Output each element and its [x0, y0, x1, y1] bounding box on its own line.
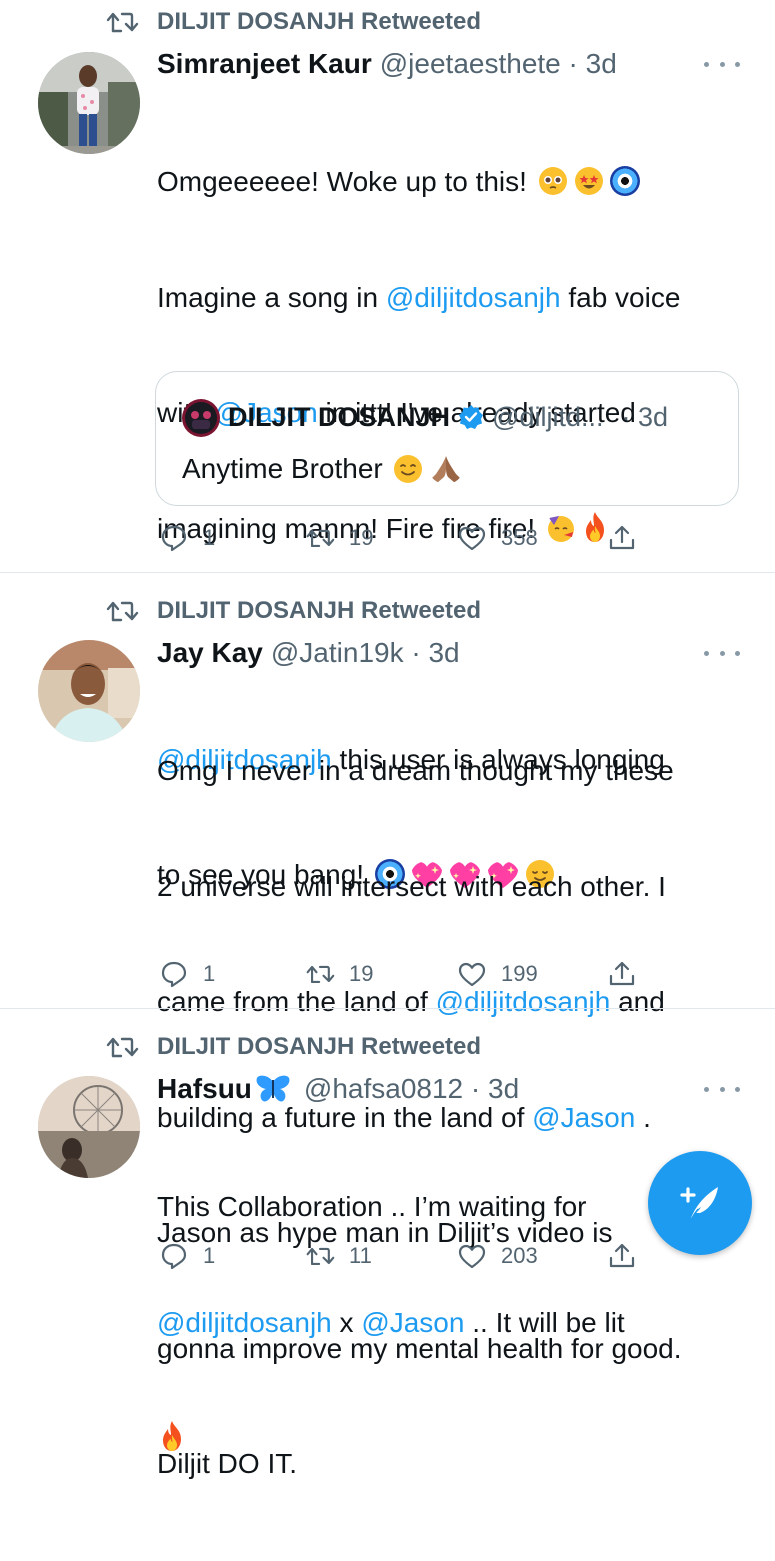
quoted-avatar[interactable]: [182, 399, 220, 437]
quoted-handle[interactable]: @diljitd...: [492, 402, 603, 433]
tweet-1[interactable]: DILJIT DOSANJH Retweeted Simranjeet Kaur…: [0, 0, 775, 890]
compose-tweet-icon: [680, 1187, 718, 1222]
more-icon[interactable]: [704, 1079, 740, 1099]
share-icon: [607, 959, 637, 989]
share-button[interactable]: [607, 1239, 637, 1273]
quoted-display-name[interactable]: DILJIT DOSANJH: [228, 402, 450, 433]
display-name[interactable]: Hafsuu: [157, 1073, 252, 1105]
retweet-icon: [305, 523, 335, 553]
tweet-actions: 1 11 203: [157, 1239, 657, 1273]
retweet-button[interactable]: 11: [305, 1239, 372, 1273]
more-icon[interactable]: [704, 643, 740, 663]
more-icon[interactable]: [704, 54, 740, 74]
compose-tweet-button[interactable]: [648, 1151, 752, 1255]
handle-and-time[interactable]: @Jatin19k · 3d: [271, 637, 460, 669]
like-button[interactable]: 199: [457, 957, 538, 991]
reply-button[interactable]: 1: [159, 1239, 215, 1273]
tweet-header: Jay Kay @Jatin19k · 3d: [157, 636, 755, 670]
like-button[interactable]: 358: [457, 521, 538, 555]
display-name[interactable]: Jay Kay: [157, 637, 263, 669]
mention-link[interactable]: @diljitdosanjh: [386, 282, 561, 313]
tweet-actions: 1 19 358: [157, 521, 657, 555]
butterfly-emoji: [256, 1075, 290, 1102]
heart-icon: [457, 1241, 487, 1271]
retweet-context-label: DILJIT DOSANJH Retweeted: [157, 597, 482, 624]
quoted-time: · 3d: [621, 401, 669, 432]
display-name[interactable]: Simranjeet Kaur: [157, 48, 372, 80]
avatar[interactable]: [38, 640, 140, 742]
tweet-3[interactable]: DILJIT DOSANJH Retweeted Hafsuu @hafsa08…: [0, 1009, 775, 1280]
retweet-context: DILJIT DOSANJH Retweeted: [105, 7, 481, 37]
like-button[interactable]: 203: [457, 1239, 538, 1273]
mention-link[interactable]: @diljitdosanjh: [157, 1307, 332, 1338]
retweet-context: DILJIT DOSANJH Retweeted: [105, 596, 481, 626]
verified-badge-icon: [459, 405, 484, 429]
retweet-context: DILJIT DOSANJH Retweeted: [105, 1032, 481, 1062]
retweet-context-label: DILJIT DOSANJH Retweeted: [157, 8, 482, 35]
handle-and-time[interactable]: @hafsa0812 · 3d: [304, 1073, 519, 1105]
tweet-actions: 1 19 199: [157, 957, 657, 991]
retweet-context-label: DILJIT DOSANJH Retweeted: [157, 1033, 482, 1060]
share-icon: [607, 1241, 637, 1271]
tweet-2[interactable]: DILJIT DOSANJH Retweeted Jay Kay @Jatin1…: [0, 573, 775, 1479]
retweet-button[interactable]: 19: [305, 957, 373, 991]
fire-emoji: [159, 1420, 185, 1452]
pleading-face-emoji: [538, 167, 567, 195]
heart-icon: [457, 959, 487, 989]
reply-icon: [159, 959, 189, 989]
retweet-icon: [305, 959, 335, 989]
retweet-icon: [105, 1034, 139, 1060]
tweet-header: Hafsuu @hafsa0812 · 3d: [157, 1072, 755, 1106]
reply-icon: [159, 523, 189, 553]
share-icon: [607, 523, 637, 553]
retweet-icon: [105, 9, 139, 35]
handle-and-time[interactable]: @jeetaesthete · 3d: [380, 48, 617, 80]
avatar[interactable]: [38, 52, 140, 154]
share-button[interactable]: [607, 957, 637, 991]
quoted-text: Anytime Brother: [182, 453, 383, 484]
quoted-tweet[interactable]: DILJIT DOSANJH @diljitd... · 3d Anytime …: [155, 371, 739, 506]
heart-icon: [457, 523, 487, 553]
nazar-amulet-emoji: [609, 166, 640, 196]
folded-hands-emoji: [429, 454, 463, 484]
smiling-face-emoji: [393, 454, 423, 484]
reply-button[interactable]: 1: [159, 957, 215, 991]
star-struck-emoji: [574, 167, 603, 195]
retweet-button[interactable]: 19: [305, 521, 373, 555]
tweet-header: Simranjeet Kaur @jeetaesthete · 3d: [157, 47, 755, 81]
retweet-icon: [305, 1241, 335, 1271]
reply-icon: [159, 1241, 189, 1271]
share-button[interactable]: [607, 521, 637, 555]
reply-button[interactable]: 1: [159, 521, 215, 555]
retweet-icon: [105, 598, 139, 624]
avatar[interactable]: [38, 1076, 140, 1178]
mention-link[interactable]: @Jason: [361, 1307, 464, 1338]
